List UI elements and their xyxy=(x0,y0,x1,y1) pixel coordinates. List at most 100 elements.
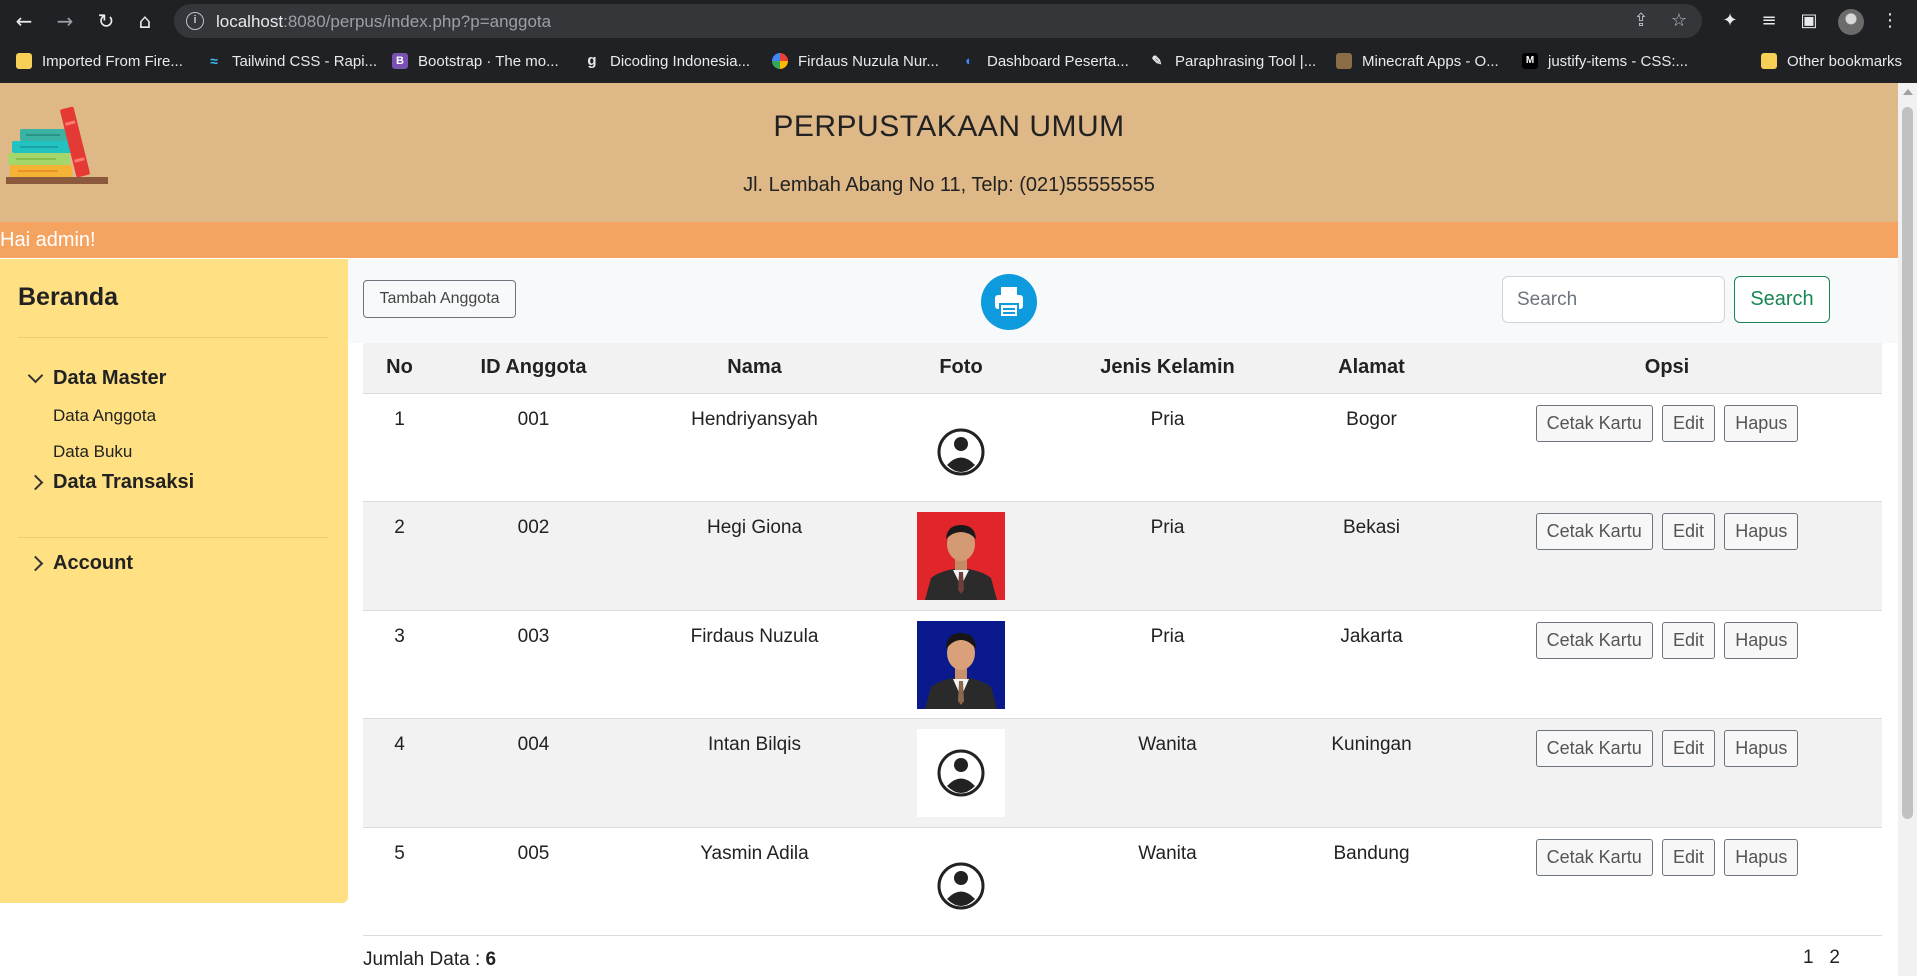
bookmark-label: Minecraft Apps - O... xyxy=(1362,52,1499,70)
sidebar-item-data-transaksi[interactable]: Data Transaksi xyxy=(27,471,195,494)
column-header: Nama xyxy=(631,343,878,394)
edit-button[interactable]: Edit xyxy=(1661,513,1716,550)
bookmark-label: Tailwind CSS - Rapi... xyxy=(232,52,378,70)
cell-jenis-kelamin: Pria xyxy=(1044,393,1291,502)
menu-icon[interactable]: ⋮ xyxy=(1878,9,1902,33)
sidebar-item-data-master[interactable]: Data Master xyxy=(27,367,166,390)
sidebar-item-beranda[interactable]: Beranda xyxy=(18,283,118,312)
sidebar-item-data-buku[interactable]: Data Buku xyxy=(53,442,132,462)
bookmark-item[interactable]: ✎ Paraphrasing Tool |... xyxy=(1149,49,1317,73)
print-card-button[interactable]: Cetak Kartu xyxy=(1535,404,1653,442)
cell-alamat: Jakarta xyxy=(1291,610,1452,719)
delete-button[interactable]: Hapus xyxy=(1724,838,1799,876)
search-button[interactable]: Search xyxy=(1734,276,1830,323)
delete-button[interactable]: Hapus xyxy=(1724,404,1799,442)
cell-foto xyxy=(878,718,1044,828)
search-input[interactable] xyxy=(1502,276,1725,323)
url-text[interactable]: localhost:8080/perpus/index.php?p=anggot… xyxy=(216,12,551,32)
share-icon[interactable]: ⇪ xyxy=(1630,10,1652,32)
site-info-icon[interactable]: i xyxy=(186,12,204,30)
table-header-row: No ID Anggota Nama Foto Jenis Kelamin Al… xyxy=(363,343,1882,394)
bookmark-label: justify-items - CSS:... xyxy=(1548,52,1689,70)
back-icon[interactable]: ← xyxy=(12,9,36,33)
profile-avatar[interactable] xyxy=(1838,9,1864,35)
cell-id: 004 xyxy=(436,718,631,828)
bookmark-item[interactable]: B Bootstrap · The mo... xyxy=(392,49,559,73)
cell-nama: Hegi Giona xyxy=(631,501,878,611)
bookmark-item[interactable]: g Dicoding Indonesia... xyxy=(584,49,750,73)
side-panel-icon[interactable]: ▣ xyxy=(1797,9,1821,33)
forward-icon[interactable]: → xyxy=(53,9,77,33)
sidebar-group-label: Data Transaksi xyxy=(53,471,195,493)
edit-button[interactable]: Edit xyxy=(1661,730,1716,767)
extensions-icon[interactable]: ✦ xyxy=(1718,9,1742,33)
scrollbar-thumb[interactable] xyxy=(1902,107,1913,819)
total-data: Jumlah Data : 6 xyxy=(363,949,496,971)
scroll-up-icon[interactable] xyxy=(1903,89,1913,95)
column-header: Jenis Kelamin xyxy=(1044,343,1291,394)
reload-icon[interactable]: ↻ xyxy=(94,9,118,33)
edit-button[interactable]: Edit xyxy=(1661,621,1716,659)
cell-foto xyxy=(878,610,1044,719)
bookmark-item[interactable]: ◐ Dashboard Peserta... xyxy=(961,49,1129,73)
cell-id: 001 xyxy=(436,393,631,502)
chevron-right-icon xyxy=(27,474,44,491)
edit-button[interactable]: Edit xyxy=(1661,838,1716,876)
cell-opsi: Cetak Kartu Edit Hapus xyxy=(1452,827,1882,936)
delete-button[interactable]: Hapus xyxy=(1724,730,1799,767)
bookmark-item[interactable]: Minecraft Apps - O... xyxy=(1336,49,1499,73)
cell-id: 002 xyxy=(436,501,631,611)
cell-alamat: Kuningan xyxy=(1291,718,1452,828)
tailwind-icon: ≈ xyxy=(210,53,218,69)
site-icon xyxy=(772,53,788,69)
bookmark-label: Other bookmarks xyxy=(1787,52,1903,70)
site-title: PERPUSTAKAAN UMUM xyxy=(773,110,1125,143)
print-card-button[interactable]: Cetak Kartu xyxy=(1535,730,1653,767)
bookmark-item[interactable]: Mjustify-items - CSS:... xyxy=(1522,49,1688,73)
pagination[interactable]: 1 2 xyxy=(1803,947,1840,969)
column-header: Foto xyxy=(878,343,1044,394)
cell-opsi: Cetak Kartu Edit Hapus xyxy=(1452,501,1882,611)
page-scrollbar[interactable] xyxy=(1898,83,1917,976)
total-value: 6 xyxy=(485,949,497,970)
other-bookmarks[interactable]: Other bookmarks xyxy=(1761,49,1902,73)
print-card-button[interactable]: Cetak Kartu xyxy=(1535,513,1653,550)
bookmark-label: Bootstrap · The mo... xyxy=(418,52,559,70)
home-icon[interactable]: ⌂ xyxy=(133,9,157,33)
address-bar[interactable]: i localhost:8080/perpus/index.php?p=angg… xyxy=(174,4,1702,38)
feather-icon: ✎ xyxy=(1151,53,1163,68)
delete-button[interactable]: Hapus xyxy=(1724,621,1799,659)
browser-chrome: ← → ↻ ⌂ i localhost:8080/perpus/index.ph… xyxy=(0,0,1917,83)
cell-alamat: Bogor xyxy=(1291,393,1452,502)
bookmark-label: Firdaus Nuzula Nur... xyxy=(798,52,939,70)
folder-icon xyxy=(1761,53,1777,69)
print-card-button[interactable]: Cetak Kartu xyxy=(1535,621,1653,659)
add-member-button[interactable]: Tambah Anggota xyxy=(363,280,516,318)
site-icon: ◐ xyxy=(965,53,973,68)
sidebar-divider xyxy=(18,537,328,538)
cell-no: 3 xyxy=(363,610,436,719)
edit-button[interactable]: Edit xyxy=(1661,404,1716,442)
default-avatar-icon xyxy=(937,862,985,909)
bookmark-item[interactable]: Firdaus Nuzula Nur... xyxy=(772,49,939,73)
sidebar-group-label: Account xyxy=(53,552,133,574)
table-row: 1 001 Hendriyansyah Pria Bogor Cetak Kar… xyxy=(363,393,1882,502)
table-row: 5 005 Yasmin Adila Wanita Bandung Cetak … xyxy=(363,827,1882,936)
star-icon[interactable]: ☆ xyxy=(1668,10,1690,32)
sidebar-item-data-anggota[interactable]: Data Anggota xyxy=(53,406,156,426)
cell-jenis-kelamin: Wanita xyxy=(1044,718,1291,828)
cell-opsi: Cetak Kartu Edit Hapus xyxy=(1452,610,1882,719)
reading-list-icon[interactable]: ≡ xyxy=(1757,9,1781,33)
column-header: Alamat xyxy=(1291,343,1452,394)
sidebar-item-account[interactable]: Account xyxy=(27,552,133,575)
print-card-button[interactable]: Cetak Kartu xyxy=(1535,838,1653,876)
cell-foto xyxy=(878,827,1044,936)
sidebar-divider xyxy=(18,337,328,338)
delete-button[interactable]: Hapus xyxy=(1724,513,1799,550)
cell-nama: Hendriyansyah xyxy=(631,393,878,502)
bookmark-item[interactable]: ≈ Tailwind CSS - Rapi... xyxy=(206,49,377,73)
site-header: PERPUSTAKAAN UMUM Jl. Lembah Abang No 11… xyxy=(0,83,1898,222)
browser-nav-row: ← → ↻ ⌂ i localhost:8080/perpus/index.ph… xyxy=(0,0,1917,42)
print-button[interactable] xyxy=(981,274,1037,330)
bookmark-item[interactable]: Imported From Fire... xyxy=(16,49,183,73)
